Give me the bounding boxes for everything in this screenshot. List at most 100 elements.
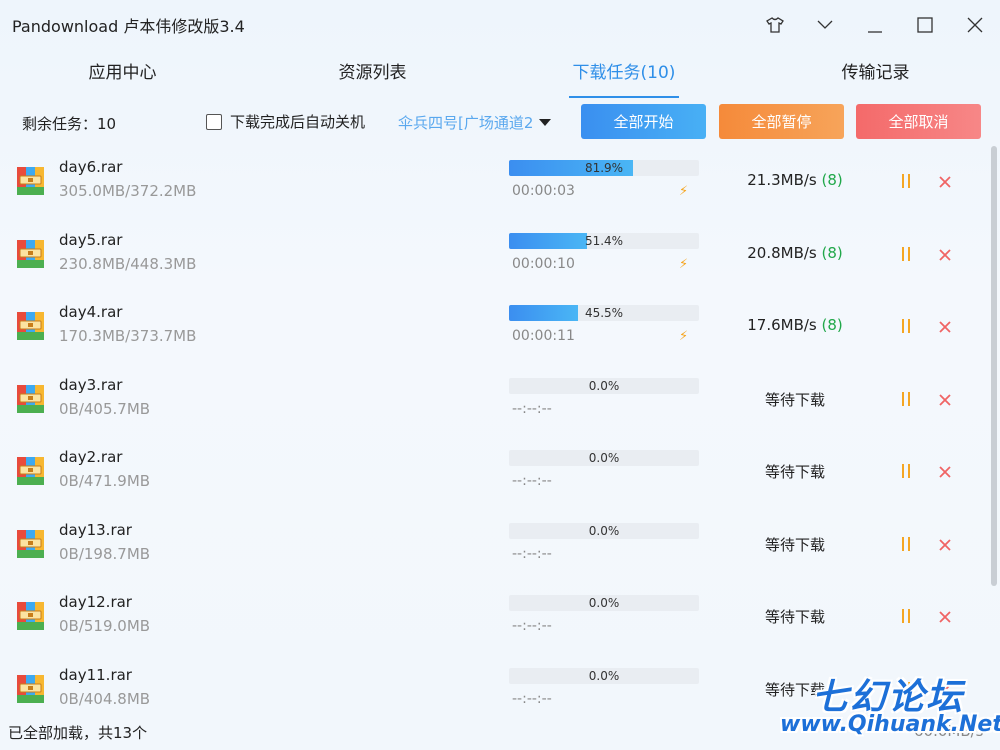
- pause-icon: [902, 609, 904, 623]
- task-row[interactable]: day12.rar 0B/519.0MB 0.0% --:--:-- 等待下载: [0, 581, 990, 654]
- minimize-icon: [868, 31, 882, 33]
- pause-icon: [902, 464, 904, 478]
- pause-task-button[interactable]: [901, 536, 911, 551]
- file-name: day11.rar: [59, 665, 132, 684]
- file-name: day2.rar: [59, 448, 123, 466]
- tab-label: 下载任务(10): [572, 63, 676, 83]
- main-tabs: 应用中心 资源列表 下载任务(10) 传输记录: [0, 58, 1000, 98]
- tab-download-tasks[interactable]: 下载任务(10): [569, 58, 679, 98]
- remaining-time: 00:00:03: [512, 183, 575, 199]
- task-list: day6.rar 305.0MB/372.2MB 81.9% 00:00:03 ⚡ 21.…: [0, 146, 990, 712]
- thread-count: (8): [821, 316, 843, 334]
- speed-value: 21.3MB/s: [747, 171, 817, 189]
- close-icon: [939, 611, 951, 623]
- maximize-button[interactable]: [900, 0, 950, 50]
- rar-archive-icon: [17, 529, 44, 558]
- task-row[interactable]: day13.rar 0B/198.7MB 0.0% --:--:-- 等待下载: [0, 509, 990, 582]
- app-title: Pandownload 卢本伟修改版3.4: [12, 17, 245, 36]
- pause-task-button[interactable]: [901, 174, 911, 188]
- remove-task-button[interactable]: [938, 319, 952, 333]
- remaining-tasks: 剩余任务：10: [22, 115, 117, 133]
- task-row[interactable]: day6.rar 305.0MB/372.2MB 81.9% 00:00:03 ⚡ 21.…: [0, 146, 990, 219]
- auto-shutdown-option[interactable]: 下载完成后自动关机: [206, 111, 365, 132]
- pause-task-button[interactable]: [901, 246, 911, 261]
- auto-shutdown-checkbox[interactable]: [206, 113, 222, 130]
- status-text: 已全部加载，共13个: [8, 724, 148, 742]
- tab-label: 传输记录: [841, 63, 910, 83]
- remaining-time: --:--:--: [512, 473, 552, 489]
- tab-app-center[interactable]: 应用中心: [60, 58, 185, 98]
- file-name: day12.rar: [59, 593, 132, 611]
- progress-bar: 51.4%: [509, 232, 699, 249]
- rar-archive-icon: [17, 167, 44, 195]
- thread-count: (8): [821, 243, 843, 262]
- channel-value: 伞兵四号[广场通道2: [398, 114, 534, 132]
- remaining-time: --:--:--: [512, 690, 552, 707]
- close-icon: [967, 17, 983, 33]
- file-size: 305.0MB/372.2MB: [59, 182, 197, 200]
- close-icon: [939, 248, 951, 261]
- download-speed: 20.8MB/s (8): [720, 244, 870, 262]
- rar-archive-icon: [17, 457, 44, 485]
- progress-bar: 0.0%: [509, 450, 699, 466]
- minimize-button[interactable]: [850, 0, 900, 50]
- pause-icon: [902, 174, 904, 188]
- watermark-logo: 七幻论坛 www.Qihuank.Net: [780, 668, 1000, 748]
- file-name: day6.rar: [59, 158, 123, 176]
- cancel-all-button[interactable]: 全部取消: [856, 104, 981, 139]
- lightning-icon: ⚡: [679, 184, 689, 199]
- start-all-button[interactable]: 全部开始: [581, 104, 706, 139]
- task-row[interactable]: day4.rar 170.3MB/373.7MB 45.5% 00:00:11 ⚡ 17.…: [0, 291, 990, 364]
- rar-archive-icon: [17, 384, 44, 413]
- pause-task-button[interactable]: [901, 319, 911, 333]
- task-row[interactable]: day2.rar 0B/471.9MB 0.0% --:--:-- 等待下载: [0, 436, 990, 509]
- window-controls: [750, 0, 1000, 50]
- file-name: day4.rar: [59, 303, 123, 321]
- active-tab-underline: [569, 96, 679, 98]
- file-size: 230.8MB/448.3MB: [59, 254, 197, 273]
- close-icon: [939, 466, 951, 478]
- pause-icon: [902, 536, 904, 551]
- progress-bar: 81.9%: [509, 160, 699, 176]
- task-row[interactable]: day3.rar 0B/405.7MB 0.0% --:--:-- 等待下载: [0, 364, 990, 437]
- file-size: 0B/404.8MB: [59, 689, 151, 708]
- waiting-status: 等待下载: [764, 390, 825, 409]
- tab-transfer-history[interactable]: 传输记录: [813, 58, 938, 98]
- remove-task-button[interactable]: [938, 609, 952, 623]
- scrollbar[interactable]: [991, 146, 997, 586]
- rar-archive-icon: [17, 674, 44, 703]
- close-icon: [939, 176, 951, 188]
- close-window-button[interactable]: [950, 0, 1000, 50]
- pause-icon: [902, 319, 904, 333]
- pause-icon: [902, 391, 904, 406]
- remove-task-button[interactable]: [938, 537, 952, 551]
- remove-task-button[interactable]: [938, 392, 952, 406]
- close-icon: [939, 538, 951, 551]
- remove-task-button[interactable]: [938, 174, 952, 188]
- channel-select[interactable]: 伞兵四号[广场通道2: [398, 112, 552, 133]
- progress-percent: 0.0%: [588, 451, 620, 465]
- pause-task-button[interactable]: [901, 609, 911, 623]
- remove-task-button[interactable]: [938, 464, 952, 478]
- file-size: 0B/198.7MB: [59, 544, 151, 563]
- skin-button[interactable]: [750, 0, 800, 50]
- pause-task-button[interactable]: [901, 464, 911, 478]
- auto-shutdown-label: 下载完成后自动关机: [230, 113, 366, 131]
- progress-percent: 45.5%: [584, 306, 624, 320]
- pause-task-button[interactable]: [901, 391, 911, 406]
- watermark-en: www.Qihuank.Net: [780, 712, 1000, 737]
- progress-bar: 0.0%: [509, 522, 699, 539]
- title-bar: Pandownload 卢本伟修改版3.4: [0, 0, 1000, 50]
- file-size: 0B/471.9MB: [59, 472, 151, 490]
- tab-label: 应用中心: [88, 63, 157, 83]
- progress-bar: 0.0%: [509, 667, 699, 684]
- task-row[interactable]: day5.rar 230.8MB/448.3MB 51.4% 00:00:10 ⚡ 20.…: [0, 219, 990, 292]
- remove-task-button[interactable]: [938, 247, 952, 261]
- remaining-time: --:--:--: [512, 400, 552, 417]
- progress-percent: 51.4%: [584, 233, 624, 248]
- pause-all-button[interactable]: 全部暂停: [719, 104, 844, 139]
- waiting-status: 等待下载: [764, 463, 825, 481]
- tab-resource-list[interactable]: 资源列表: [310, 58, 435, 98]
- dropdown-button[interactable]: [800, 0, 850, 50]
- file-name: day5.rar: [59, 230, 123, 249]
